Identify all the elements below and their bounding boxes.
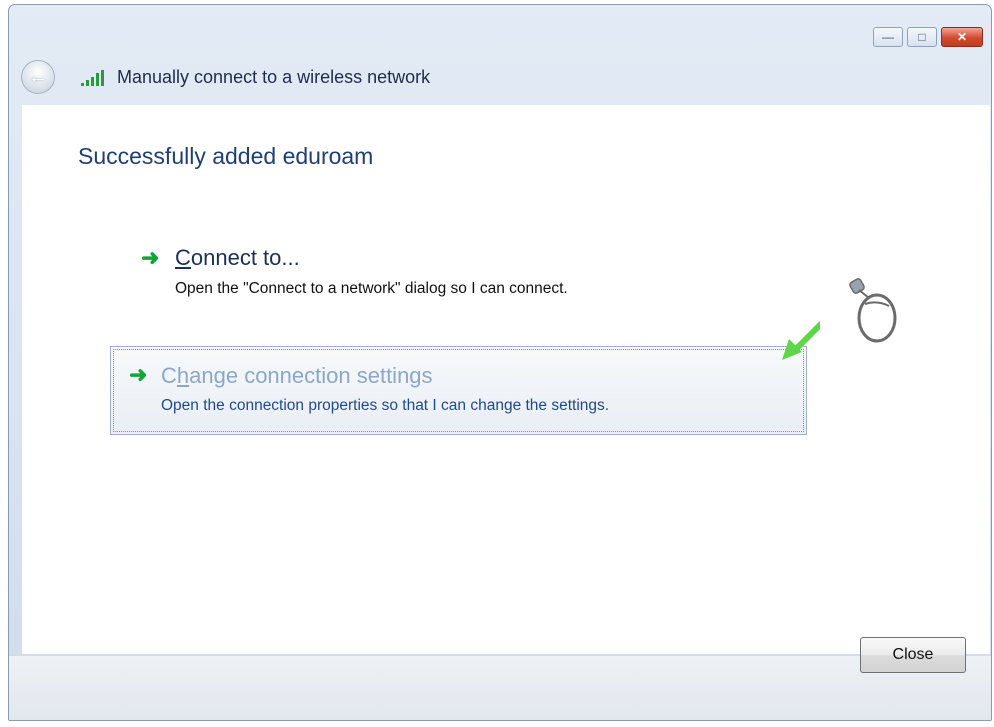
maximize-icon: □: [918, 30, 926, 44]
back-button[interactable]: ←: [21, 60, 55, 94]
close-window-button[interactable]: ✕: [941, 27, 983, 47]
title-bar: — □ ✕ ← Manually connect to a wireless n…: [9, 5, 991, 105]
connect-to-option[interactable]: ➜ Connect to... Open the "Connect to a n…: [117, 243, 677, 313]
green-pointer-arrow-icon: [782, 320, 820, 360]
change-settings-accelerator: h: [176, 363, 190, 388]
connect-to-description: Open the "Connect to a network" dialog s…: [175, 280, 568, 297]
wireless-signal-icon: [81, 70, 104, 86]
page-heading: Successfully added eduroam: [78, 143, 374, 169]
mouse-icon: [849, 278, 897, 343]
change-settings-title: Change connection settings: [161, 363, 433, 389]
close-button[interactable]: Close: [860, 637, 966, 673]
green-arrow-icon: ➜: [129, 362, 148, 387]
window-title: Manually connect to a wireless network: [117, 67, 431, 87]
connect-to-title-rest: onnect to...: [190, 245, 300, 270]
maximize-button[interactable]: □: [907, 27, 937, 47]
change-connection-settings-option[interactable]: ➜ Change connection settings Open the co…: [110, 346, 807, 435]
window-controls: — □ ✕: [873, 27, 983, 47]
minimize-button[interactable]: —: [873, 27, 903, 47]
change-settings-description: Open the connection properties so that I…: [161, 397, 610, 414]
change-settings-title-rest: ange connection settings: [189, 363, 433, 388]
minimize-icon: —: [882, 30, 894, 44]
green-arrow-icon: ➜: [141, 245, 160, 270]
change-settings-title-pre: C: [161, 363, 177, 388]
footer-bar: [9, 655, 991, 720]
dialog-window: — □ ✕ ← Manually connect to a wireless n…: [8, 4, 992, 721]
back-arrow-icon: ←: [28, 65, 48, 88]
connect-to-title: Connect to...: [175, 245, 300, 271]
connect-to-accelerator: C: [175, 245, 191, 270]
content-area: Successfully added eduroam ➜ Connect to.…: [22, 105, 990, 654]
close-icon: ✕: [956, 30, 968, 44]
